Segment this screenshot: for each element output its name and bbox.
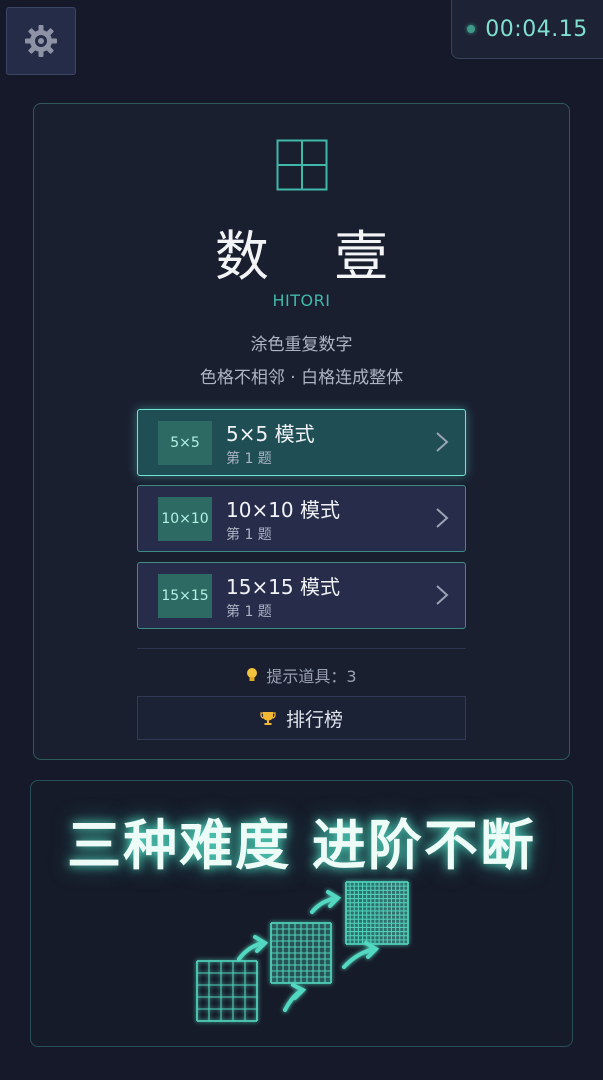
chevron-right-icon xyxy=(436,585,449,605)
game-description-line2: 色格不相邻 · 白格连成整体 xyxy=(199,368,404,388)
chevron-right-icon xyxy=(436,508,449,528)
mode-15x15-button[interactable]: 15×15 15×15 模式 第 1 题 xyxy=(137,562,466,629)
grid-logo-icon xyxy=(276,139,328,191)
difficulty-grids-illustration xyxy=(196,881,409,1022)
mode-level: 第 1 题 xyxy=(226,527,272,543)
leaderboard-label: 排行榜 xyxy=(285,708,343,731)
mode-badge: 15×15 xyxy=(158,574,212,618)
hint-label: 提示道具：3 xyxy=(266,667,357,686)
grid-10x10-icon xyxy=(270,922,332,984)
trophy-icon xyxy=(260,712,276,725)
gear-icon xyxy=(25,25,57,57)
mode-level: 第 1 题 xyxy=(226,451,272,467)
mode-badge: 10×10 xyxy=(158,497,212,541)
timer-value: 00:04.15 xyxy=(485,16,588,42)
mode-name: 15×15 模式 xyxy=(226,575,341,599)
mode-10x10-button[interactable]: 10×10 10×10 模式 第 1 题 xyxy=(137,485,466,552)
hint-counter: 提示道具：3 xyxy=(34,663,569,687)
game-title: 数 壹 xyxy=(214,225,413,288)
settings-button[interactable] xyxy=(6,7,76,75)
mode-name: 5×5 模式 xyxy=(226,422,315,446)
promo-banner: 三种难度 进阶不断 xyxy=(30,780,573,1047)
mode-5x5-button[interactable]: 5×5 5×5 模式 第 1 题 xyxy=(137,409,466,476)
game-subtitle: HITORI xyxy=(272,291,331,310)
timer-dot-icon xyxy=(467,25,476,33)
lightbulb-icon xyxy=(247,668,258,681)
divider xyxy=(137,648,466,649)
leaderboard-button[interactable]: 排行榜 xyxy=(137,696,466,740)
chevron-right-icon xyxy=(436,432,449,452)
game-description-line1: 涂色重复数字 xyxy=(250,335,353,355)
mode-name: 10×10 模式 xyxy=(226,498,341,522)
game-card: 数 壹 HITORI 涂色重复数字 色格不相邻 · 白格连成整体 5×5 5×5… xyxy=(33,103,570,760)
grid-15x15-icon xyxy=(345,881,409,945)
mode-badge: 5×5 xyxy=(158,421,212,465)
timer: 00:04.15 xyxy=(451,0,603,59)
grid-5x5-icon xyxy=(196,960,258,1022)
mode-level: 第 1 题 xyxy=(226,604,272,620)
